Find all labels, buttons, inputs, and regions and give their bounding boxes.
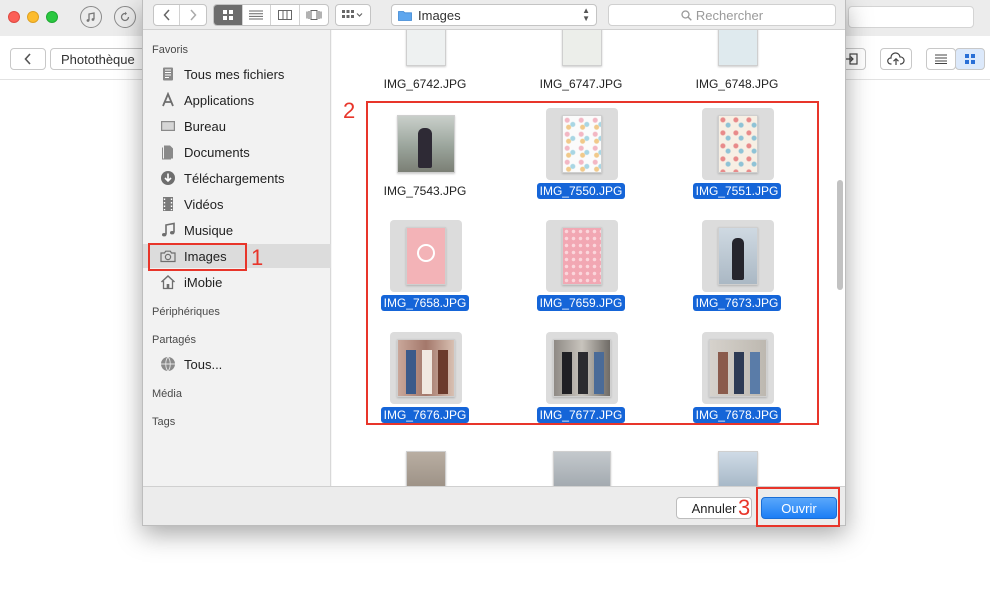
app-search-field[interactable] — [848, 6, 974, 28]
sidebar-item-applications[interactable]: Applications — [143, 88, 331, 112]
sidebar-item-bureau[interactable]: Bureau — [143, 114, 331, 138]
file-item[interactable] — [659, 444, 815, 486]
breadcrumb[interactable]: Photothèque — [50, 48, 150, 70]
refresh-icon[interactable] — [114, 6, 136, 28]
applications-icon — [159, 91, 177, 109]
sidebar-header-favoris: Favoris — [152, 44, 189, 56]
view-mode-control — [213, 4, 329, 26]
column-view-button[interactable] — [271, 5, 300, 25]
videos-icon — [159, 195, 177, 213]
step-number-2: 2 — [343, 98, 356, 123]
file-item[interactable] — [503, 444, 659, 486]
file-item[interactable] — [347, 444, 503, 486]
back-button[interactable] — [10, 48, 46, 70]
minimize-window-button[interactable] — [27, 11, 39, 23]
back-nav-button[interactable] — [154, 5, 181, 25]
location-label: Images — [418, 7, 461, 23]
highlight-box-images — [148, 243, 247, 271]
downloads-icon — [159, 169, 177, 187]
vertical-scrollbar[interactable] — [837, 180, 843, 290]
sidebar-item-label: Tous mes fichiers — [184, 66, 285, 82]
sidebar-item-shared-all[interactable]: Tous... — [143, 352, 331, 376]
highlight-box-open — [756, 487, 840, 527]
sidebar-header-peripheriques: Périphériques — [152, 306, 220, 318]
sidebar-item-label: Téléchargements — [184, 170, 285, 186]
highlight-box-selection — [366, 101, 819, 425]
dialog-toolbar: Images ▲ ▼ Rechercher — [143, 0, 845, 30]
grid-view-icon[interactable] — [955, 48, 985, 70]
file-name: IMG_6742.JPG — [383, 77, 467, 91]
sidebar-item-documents[interactable]: Documents — [143, 140, 331, 164]
file-name: IMG_6748.JPG — [695, 77, 779, 91]
cloud-upload-icon[interactable] — [880, 48, 912, 70]
file-item[interactable]: IMG_6742.JPG — [347, 30, 503, 101]
sidebar-header-tags: Tags — [152, 416, 176, 428]
image-thumbnail — [718, 30, 758, 66]
sidebar-header-media: Média — [152, 388, 182, 400]
itunes-icon[interactable] — [80, 6, 102, 28]
documents-icon — [159, 143, 177, 161]
search-placeholder: Rechercher — [695, 7, 764, 23]
arrange-menu-button[interactable] — [335, 4, 371, 26]
updown-icon: ▲ ▼ — [582, 6, 590, 23]
file-name: IMG_6747.JPG — [539, 77, 623, 91]
step-number-1: 1 — [251, 245, 264, 270]
forward-nav-button[interactable] — [180, 5, 206, 25]
zoom-window-button[interactable] — [46, 11, 58, 23]
step-number-3: 3 — [738, 495, 751, 520]
coverflow-view-button[interactable] — [300, 5, 328, 25]
search-field[interactable]: Rechercher — [608, 4, 836, 26]
all-files-icon — [159, 65, 177, 83]
screen: Photothèque Images ▲ ▼ Rechercher Favori… — [0, 0, 990, 605]
image-thumbnail — [553, 451, 611, 486]
desktop-icon — [159, 117, 177, 135]
sidebar-item-all-files[interactable]: Tous mes fichiers — [143, 62, 331, 86]
sidebar-item-label: Vidéos — [184, 196, 224, 212]
nav-buttons — [153, 4, 207, 26]
home-icon — [159, 273, 177, 291]
location-popup[interactable]: Images ▲ ▼ — [391, 4, 597, 26]
sidebar-item-label: Bureau — [184, 118, 226, 134]
sidebar-item-label: Musique — [184, 222, 234, 238]
icon-view-button[interactable] — [214, 5, 243, 25]
sidebar-header-partages: Partagés — [152, 334, 197, 346]
file-item[interactable]: IMG_6747.JPG — [503, 30, 659, 101]
search-icon — [681, 9, 692, 21]
sidebar-item-label: iMobie — [184, 274, 223, 290]
sidebar-item-imobie[interactable]: iMobie — [143, 270, 331, 294]
image-thumbnail — [406, 30, 446, 66]
list-view-icon[interactable] — [926, 48, 956, 70]
image-thumbnail — [562, 30, 602, 66]
image-thumbnail — [718, 451, 758, 486]
sidebar-item-musique[interactable]: Musique — [143, 218, 331, 242]
sidebar-item-telechargements[interactable]: Téléchargements — [143, 166, 331, 190]
sidebar-item-label: Tous... — [184, 356, 223, 372]
sidebar-item-label: Applications — [184, 92, 255, 108]
sidebar-item-label: Documents — [184, 144, 250, 160]
list-view-button[interactable] — [243, 5, 271, 25]
network-globe-icon — [159, 355, 177, 373]
sidebar-item-videos[interactable]: Vidéos — [143, 192, 331, 216]
close-window-button[interactable] — [8, 11, 20, 23]
file-item[interactable]: IMG_6748.JPG — [659, 30, 815, 101]
folder-icon — [398, 10, 412, 21]
music-icon — [159, 221, 177, 239]
image-thumbnail — [406, 451, 446, 486]
